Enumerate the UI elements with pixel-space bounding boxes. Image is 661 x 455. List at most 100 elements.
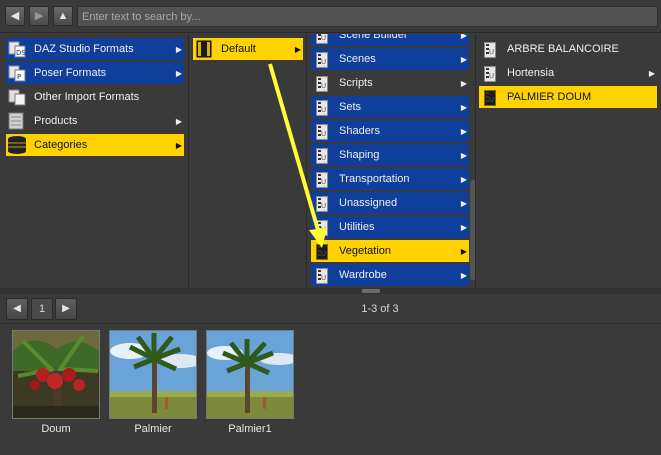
column-formats: DS DAZ Studio Formats ▶ P Poser Formats … [0, 34, 189, 288]
category-folder-icon: U [311, 49, 333, 69]
asset-item[interactable]: U PALMIER DOUM [479, 86, 657, 108]
daz-format-icon: DS [6, 39, 28, 59]
toolbar: ◀ ▶ ▲ [0, 0, 661, 33]
category-folder-icon: U [311, 217, 333, 237]
chevron-right-icon: ▶ [175, 68, 183, 78]
chevron-right-icon: ▶ [175, 116, 183, 126]
up-button[interactable]: ▲ [53, 6, 73, 26]
subcategory-item[interactable]: U Transportation ▶ [311, 168, 469, 190]
item-label: Transportation [339, 173, 410, 185]
subcategory-item[interactable]: U Scenes ▶ [311, 48, 469, 70]
subcategory-item[interactable]: U Wardrobe ▶ [311, 264, 469, 286]
chevron-right-icon: ▶ [460, 222, 468, 232]
item-label: Unassigned [339, 197, 398, 209]
item-products[interactable]: Products ▶ [6, 110, 184, 132]
chevron-right-icon: ▶ [460, 34, 468, 40]
svg-text:P: P [17, 73, 21, 81]
forward-button[interactable]: ▶ [29, 6, 49, 26]
asset-item[interactable]: U Hortensia ▶ [479, 62, 657, 84]
pager-bar: ◀ 1 ▶ 1-3 of 3 [0, 294, 661, 324]
result-count: 1-3 of 3 [361, 303, 399, 315]
item-label: Categories [34, 139, 88, 151]
item-label: Products [34, 115, 78, 127]
item-label: Scenes [339, 53, 376, 65]
svg-text:DS: DS [16, 49, 26, 57]
thumbnail-label: Palmier1 [228, 423, 272, 435]
category-folder-icon: U [311, 73, 333, 93]
column-items: U ARBRE BALANCOIRE U Hortensia ▶ U PALMIER DOU… [477, 34, 661, 288]
thumbnail-palmier1[interactable]: Palmier1 [206, 330, 294, 435]
subcategory-item[interactable]: U Vegetation ▶ [311, 240, 469, 262]
item-label: Other Import Formats [34, 91, 140, 103]
category-folder-icon: U [311, 34, 333, 45]
item-categories[interactable]: Categories ▶ [6, 134, 184, 156]
category-folder-icon: U [311, 169, 333, 189]
item-label: Wardrobe [339, 269, 387, 281]
column-scrollbar[interactable] [470, 180, 475, 280]
chevron-right-icon: ▶ [460, 102, 468, 112]
doum-preview-image [12, 330, 100, 419]
subcategory-item[interactable]: U Unassigned ▶ [311, 192, 469, 214]
splitter-grip-icon[interactable] [362, 289, 380, 293]
item-label: Vegetation [339, 245, 391, 257]
item-other-import-formats[interactable]: Other Import Formats [6, 86, 184, 108]
category-folder-icon: U [479, 87, 501, 107]
subcategory-item[interactable]: U Shaders ▶ [311, 120, 469, 142]
import-format-icon [6, 87, 28, 107]
chevron-right-icon: ▶ [294, 44, 302, 54]
category-folder-icon: U [311, 121, 333, 141]
chevron-right-icon: ▶ [648, 68, 656, 78]
column-category: Default ▶ [190, 34, 307, 288]
item-label: Scripts [339, 77, 373, 89]
back-button[interactable]: ◀ [5, 6, 25, 26]
item-label: Default [221, 43, 256, 55]
prev-page-button[interactable]: ◀ [6, 298, 28, 320]
subcategory-item[interactable]: U Utilities ▶ [311, 216, 469, 238]
page-number[interactable]: 1 [31, 298, 53, 320]
chevron-right-icon: ▶ [460, 198, 468, 208]
thumbnail-doum[interactable]: Doum [12, 330, 100, 435]
thumbnail-label: Palmier [134, 423, 172, 435]
category-folder-icon: U [311, 241, 333, 261]
chevron-right-icon: ▶ [460, 174, 468, 184]
subcategory-item[interactable]: U Shaping ▶ [311, 144, 469, 166]
palmier-preview-image [109, 330, 197, 419]
arrow-left-icon: ◀ [10, 10, 20, 22]
category-folder-icon: U [311, 145, 333, 165]
products-icon [6, 111, 28, 131]
subcategory-item[interactable]: U Scripts ▶ [311, 72, 469, 94]
category-folder-icon: U [311, 193, 333, 213]
category-folder-icon: U [311, 97, 333, 117]
category-folder-icon: U [311, 265, 333, 285]
item-label: Hortensia [507, 67, 555, 79]
item-label: ARBRE BALANCOIRE [507, 43, 619, 55]
item-label: Scene Builder [339, 34, 408, 41]
chevron-right-icon: ▶ [460, 150, 468, 160]
item-label: PALMIER DOUM [507, 91, 592, 103]
chevron-right-icon: ▶ [460, 54, 468, 64]
category-folder-icon: U [479, 63, 501, 83]
palmier1-preview-image [206, 330, 294, 419]
arrow-up-icon: ▲ [57, 10, 69, 22]
chevron-right-icon: ▶ [460, 78, 468, 88]
asset-item[interactable]: U ARBRE BALANCOIRE [479, 38, 657, 60]
subcategory-item[interactable]: U Scene Builder ▶ [311, 34, 469, 46]
categories-icon [6, 135, 28, 155]
thumbnail-palmier[interactable]: Palmier [109, 330, 197, 435]
next-page-button[interactable]: ▶ [55, 298, 77, 320]
item-default[interactable]: Default ▶ [193, 38, 303, 60]
item-daz-studio-formats[interactable]: DS DAZ Studio Formats ▶ [6, 38, 184, 60]
arrow-left-icon: ◀ [13, 303, 21, 314]
chevron-right-icon: ▶ [175, 44, 183, 54]
thumbnail-label: Doum [41, 423, 71, 435]
thumbnail-grid: Doum Palmier Palmier1 [0, 325, 661, 455]
category-folder-icon [193, 39, 215, 59]
subcategory-item[interactable]: U Sets ▶ [311, 96, 469, 118]
item-label: Poser Formats [34, 67, 107, 79]
arrow-right-icon: ▶ [62, 303, 70, 314]
search-input[interactable] [77, 6, 658, 27]
item-poser-formats[interactable]: P Poser Formats ▶ [6, 62, 184, 84]
column-subcategories: U Scene Builder ▶ U Scenes ▶ U Scripts ▶ U Sets ▶ U S… [308, 34, 476, 288]
item-label: Shaping [339, 149, 380, 161]
item-label: Utilities [339, 221, 375, 233]
